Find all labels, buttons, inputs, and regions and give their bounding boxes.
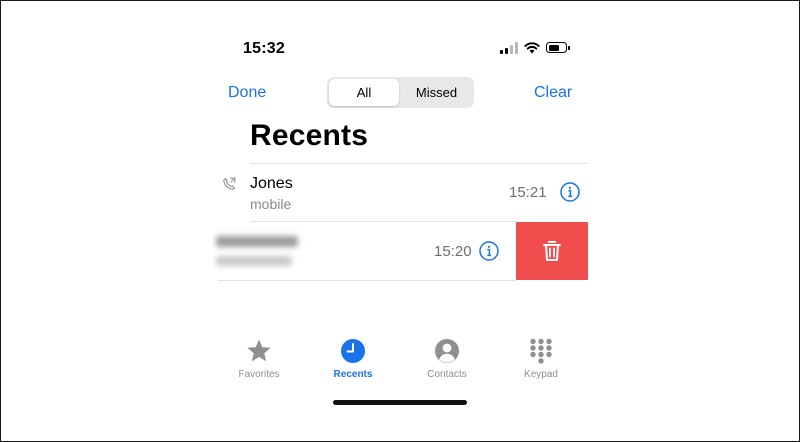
cellular-signal-icon <box>500 42 518 54</box>
page-title: Recents <box>250 119 369 152</box>
status-icons <box>500 42 572 56</box>
filter-segmented-control[interactable]: All Missed <box>327 77 474 108</box>
trash-icon <box>543 241 561 261</box>
delete-button[interactable] <box>516 222 588 280</box>
person-circle-icon <box>435 339 459 363</box>
segment-all[interactable]: All <box>329 79 399 106</box>
call-time: 15:21 <box>509 184 547 201</box>
call-row-swiped[interactable]: 15:20 <box>212 222 516 280</box>
divider <box>250 163 588 164</box>
info-icon[interactable] <box>479 241 499 261</box>
done-button[interactable]: Done <box>228 84 266 102</box>
tab-label: Favorites <box>238 369 280 380</box>
home-indicator[interactable] <box>333 400 467 405</box>
caller-number-type: mobile <box>250 196 292 212</box>
tab-keypad[interactable]: Keypad <box>501 338 581 380</box>
tab-label: Keypad <box>524 369 558 380</box>
blurred-caller-detail <box>216 256 292 266</box>
clock-icon <box>341 339 365 363</box>
status-time: 15:32 <box>243 40 285 57</box>
star-icon <box>247 339 271 362</box>
tab-favorites[interactable]: Favorites <box>219 338 299 380</box>
tab-label: Recents <box>333 369 373 380</box>
caller-name: Jones <box>250 175 293 192</box>
tab-contacts[interactable]: Contacts <box>407 338 487 380</box>
tab-label: Contacts <box>427 369 467 380</box>
tab-recents[interactable]: Recents <box>313 338 393 380</box>
battery-icon <box>546 42 570 53</box>
clear-button[interactable]: Clear <box>534 84 572 102</box>
keypad-icon <box>530 338 552 364</box>
call-row-jones[interactable]: Jones mobile 15:21 <box>218 165 588 221</box>
divider <box>218 280 516 281</box>
blurred-caller-name <box>216 236 298 247</box>
outgoing-call-icon <box>223 177 236 190</box>
wifi-icon <box>524 42 540 54</box>
call-time: 15:20 <box>434 243 472 260</box>
segment-missed[interactable]: Missed <box>401 79 472 106</box>
info-icon[interactable] <box>560 182 580 202</box>
